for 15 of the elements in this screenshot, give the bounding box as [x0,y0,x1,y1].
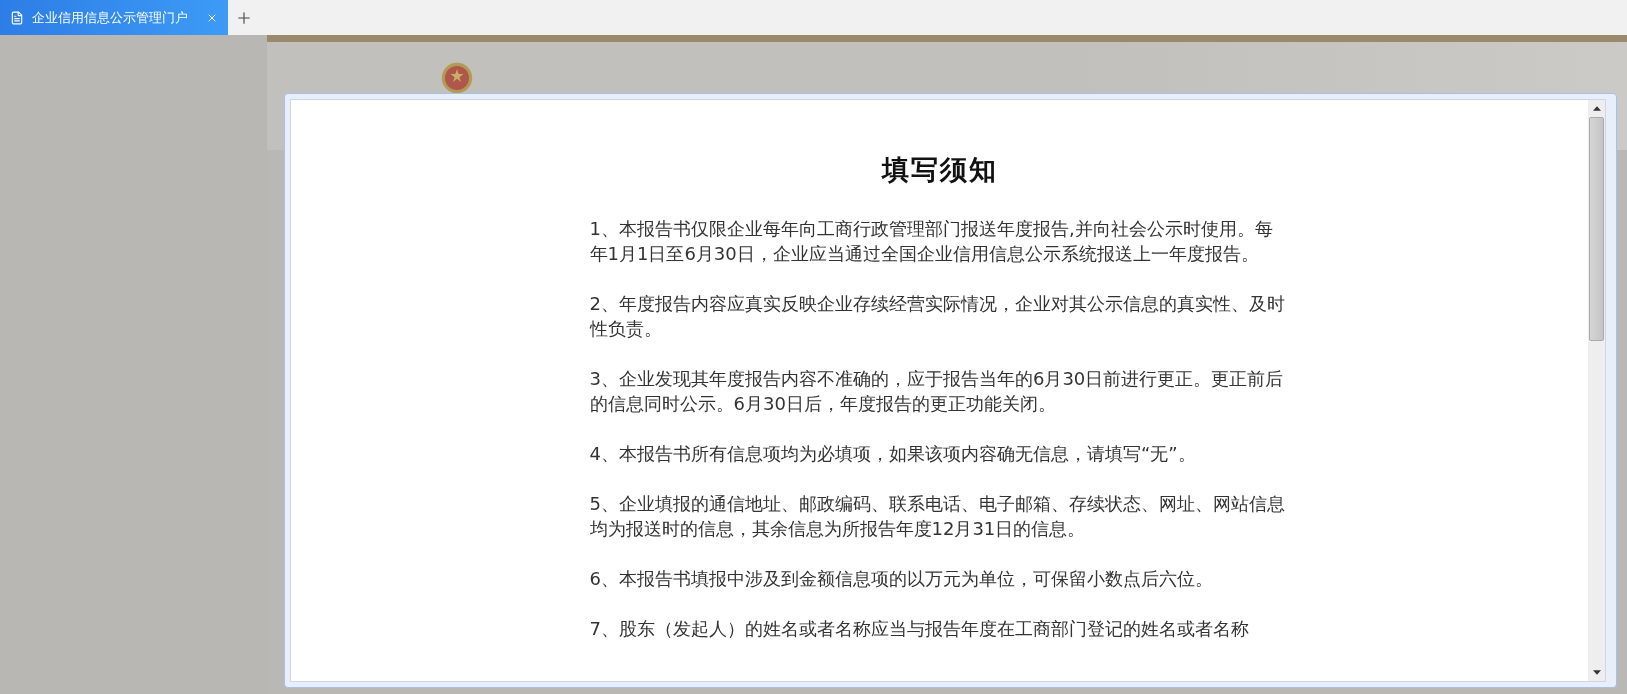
dialog-title: 填写须知 [881,153,998,187]
document-icon [10,10,24,25]
tab-title: 企业信用信息公示管理门户 [32,8,189,27]
emblem-icon [441,62,473,94]
notice-paragraph: 4、本报告书所有信息项均为必填项，如果该项内容确无信息，请填写“无”。 [589,442,1197,466]
notice-paragraph: 1、本报告书仅限企业每年向工商行政管理部门报送年度报告,并向社会公示时使用。每年1月1日至6月30日，企业应当通过全国企业信用信息公示系统报送上一年度报告。 [589,217,1274,266]
browser-tab[interactable]: 企业信用信息公示管理门户 [0,0,228,35]
scroll-down-icon[interactable] [1592,670,1601,675]
notice-paragraph: 5、企业填报的通信地址、邮政编码、联系电话、电子邮箱、存续状态、网址、网站信息均为报送时的信息，其余信息为所报告年度12月31日的信息。 [589,492,1286,541]
notice-paragraph: 7、股东（发起人）的姓名或者名称应当与报告年度在工商部门登记的姓名或者名称 [589,617,1250,641]
scroll-up-icon[interactable] [1592,106,1601,111]
scrollbar[interactable] [1588,100,1605,681]
notice-paragraph: 3、企业发现其年度报告内容不准确的，应于报告当年的6月30日前进行更正。更正前后的信息同时公示。6月30日后，年度报告的更正功能关闭。 [589,367,1285,416]
notice-paragraph: 2、年度报告内容应真实反映企业存续经营实际情况，企业对其公示信息的真实性、及时性负责。 [589,292,1286,341]
notice-paragraph: 6、本报告书填报中涉及到金额信息项的以万元为单位，可保留小数点后六位。 [589,567,1214,591]
